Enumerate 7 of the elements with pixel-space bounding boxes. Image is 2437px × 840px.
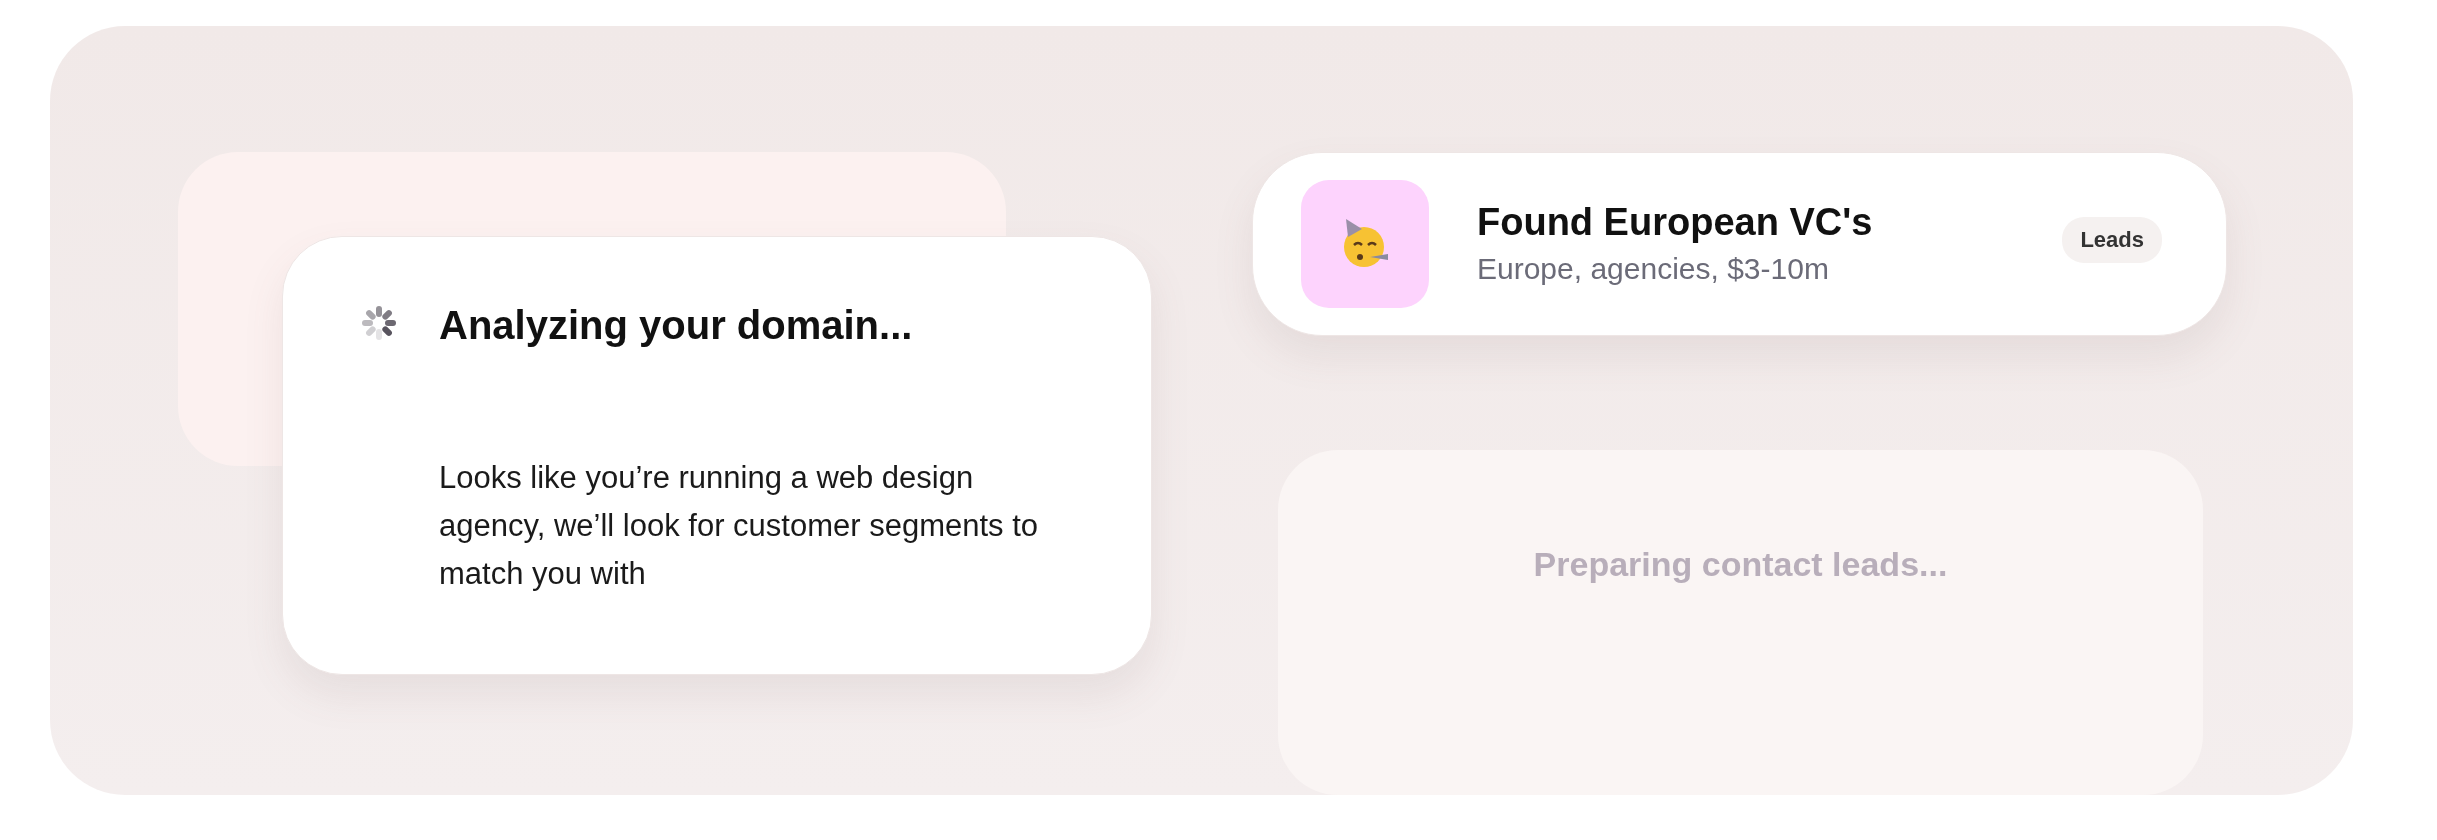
card-message: Looks like you’re running a web design agency, we’ll look for customer segments to match you with: [439, 458, 1040, 593]
result-subtitle: Europe, agencies, $3-10m: [1477, 252, 1830, 287]
result-title: Found European VC's: [1477, 201, 1874, 245]
category-tag: Leads: [2062, 217, 2162, 263]
loading-message: Preparing contact leads...: [1533, 545, 1948, 584]
loading-spinner-icon: [359, 303, 399, 343]
card-title: Analyzing your domain...: [439, 303, 914, 349]
